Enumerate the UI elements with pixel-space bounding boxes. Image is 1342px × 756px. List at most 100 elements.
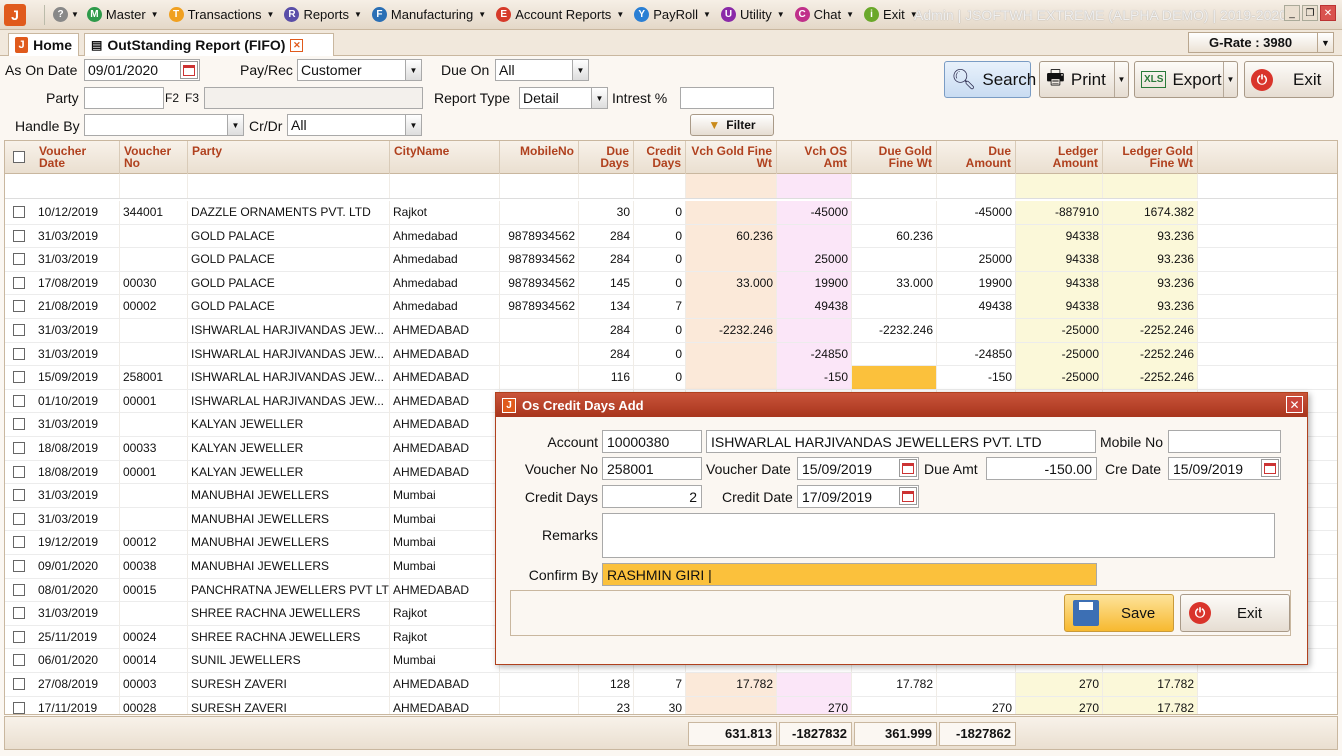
column-header[interactable]: Due Days (579, 141, 634, 174)
column-header[interactable]: Due Gold Fine Wt (852, 141, 937, 174)
remarks-textarea[interactable] (602, 513, 1275, 558)
gold-rate-display[interactable]: G-Rate : 3980 ▼ (1188, 32, 1334, 53)
column-header[interactable]: Ledger Amount (1016, 141, 1103, 174)
column-header[interactable]: Vch OS Amt (777, 141, 852, 174)
row-checkbox[interactable] (13, 630, 25, 643)
due-on-select[interactable]: All ▼ (495, 59, 589, 81)
mobile-input[interactable] (1168, 430, 1281, 453)
menu-master[interactable]: M Master ▼ (86, 7, 159, 22)
export-button[interactable]: XLS Export ▼ (1134, 61, 1238, 98)
voucher-no-input[interactable]: 258001 (602, 457, 702, 480)
close-icon[interactable]: ✕ (1286, 396, 1303, 413)
row-checkbox[interactable] (13, 583, 25, 596)
voucher-date-field[interactable]: 15/09/2019 (797, 457, 919, 480)
f2-key[interactable]: F2 (165, 91, 179, 105)
table-row[interactable]: 21/08/2019 00002 GOLD PALACE Ahmedabad 98789… (5, 295, 1337, 319)
filter-cell[interactable] (35, 174, 120, 198)
cre-date-field[interactable]: 15/09/2019 (1168, 457, 1281, 480)
filter-cell[interactable] (634, 174, 686, 198)
filter-cell[interactable] (1016, 174, 1103, 198)
chevron-down-icon[interactable]: ▼ (1223, 62, 1237, 97)
table-row[interactable]: 17/08/2019 00030 GOLD PALACE Ahmedabad 98789… (5, 271, 1337, 296)
column-header[interactable]: Credit Days (634, 141, 686, 174)
row-checkbox[interactable] (13, 253, 25, 266)
column-header[interactable]: Ledger Gold Fine Wt (1103, 141, 1198, 174)
table-row[interactable]: 31/03/2019 GOLD PALACE Ahmedabad 9878934562… (5, 224, 1337, 249)
handle-by-select[interactable]: ▼ (84, 114, 244, 136)
tab-home[interactable]: J Home (8, 33, 79, 56)
menu-payroll[interactable]: Y PayRoll ▼ (634, 7, 711, 22)
filter-cell[interactable] (686, 174, 777, 198)
quick-access-toolbar[interactable]: ? ▼ (53, 7, 79, 22)
menu-utility[interactable]: U Utility ▼ (720, 7, 785, 22)
interest-input[interactable] (680, 87, 774, 109)
chevron-down-icon[interactable]: ▼ (572, 60, 588, 80)
table-row[interactable]: 31/03/2019 GOLD PALACE Ahmedabad 9878934562… (5, 248, 1337, 272)
restore-button[interactable]: ❐ (1302, 5, 1318, 21)
row-checkbox[interactable] (13, 300, 25, 313)
table-row[interactable]: 27/08/2019 00003 SURESH ZAVERI AHMEDABAD 128… (5, 673, 1337, 697)
menu-transactions[interactable]: T Transactions ▼ (168, 7, 274, 22)
credit-days-input[interactable]: 2 (602, 485, 702, 508)
row-checkbox[interactable] (13, 324, 25, 336)
chevron-down-icon[interactable]: ▼ (591, 88, 607, 108)
row-checkbox[interactable] (13, 536, 25, 549)
row-checkbox[interactable] (13, 678, 25, 690)
filter-cell[interactable] (1103, 174, 1198, 198)
select-all-checkbox[interactable] (13, 151, 25, 163)
row-checkbox[interactable] (13, 607, 25, 620)
filter-cell[interactable] (852, 174, 937, 198)
filter-cell[interactable] (120, 174, 188, 198)
payrec-select[interactable]: Customer ▼ (297, 59, 422, 81)
menu-manufacturing[interactable]: F Manufacturing ▼ (371, 7, 486, 22)
due-amt-field[interactable]: -150.00 (986, 457, 1097, 480)
row-checkbox[interactable] (13, 701, 25, 714)
row-checkbox[interactable] (13, 276, 25, 289)
table-row[interactable]: 15/09/2019 258001 ISHWARLAL HARJIVANDAS JE… (5, 366, 1337, 390)
filter-cell[interactable] (937, 174, 1016, 198)
close-window-button[interactable]: ✕ (1320, 5, 1336, 21)
f3-key[interactable]: F3 (185, 91, 199, 105)
table-row[interactable]: 17/11/2019 00028 SURESH ZAVERI AHMEDABAD 23 3… (5, 696, 1337, 714)
help-icon[interactable]: ? (53, 7, 68, 22)
tab-close-icon[interactable]: ✕ (290, 38, 304, 52)
chevron-down-icon[interactable]: ▼ (405, 60, 421, 80)
table-row[interactable]: 31/03/2019 ISHWARLAL HARJIVANDAS JEW... AH… (5, 319, 1337, 343)
column-header[interactable]: CityName (390, 141, 500, 174)
row-checkbox[interactable] (13, 465, 25, 478)
column-header[interactable]: Voucher No (120, 141, 188, 174)
calendar-icon[interactable] (899, 459, 917, 477)
menu-chat[interactable]: C Chat ▼ (794, 7, 854, 22)
row-checkbox[interactable] (13, 654, 25, 667)
confirm-by-input[interactable]: RASHMIN GIRI | (602, 563, 1097, 586)
row-checkbox[interactable] (13, 394, 25, 407)
minimize-button[interactable]: _ (1284, 5, 1300, 21)
credit-date-field[interactable]: 17/09/2019 (797, 485, 919, 508)
chevron-down-icon[interactable]: ▼ (405, 115, 421, 135)
column-header[interactable]: Vch Gold Fine Wt (686, 141, 777, 174)
account-input[interactable]: 10000380 (602, 430, 702, 453)
row-checkbox[interactable] (13, 489, 25, 502)
row-checkbox[interactable] (13, 560, 25, 572)
calendar-icon[interactable] (899, 487, 917, 505)
filter-cell[interactable] (777, 174, 852, 198)
dialog-exit-button[interactable]: ⏻ Exit (1180, 594, 1290, 632)
search-button[interactable]: 🔍︎ Search (944, 61, 1036, 98)
crdr-select[interactable]: All ▼ (287, 114, 422, 136)
chevron-down-icon[interactable]: ▼ (1317, 33, 1333, 52)
grid-filter-row[interactable] (5, 174, 1337, 199)
row-checkbox[interactable] (13, 442, 25, 454)
menu-reports[interactable]: R Reports ▼ (284, 7, 362, 22)
as-on-date-field[interactable]: 09/01/2020 (84, 59, 200, 81)
table-row[interactable]: 10/12/2019 344001 DAZZLE ORNAMENTS PVT. LT… (5, 201, 1337, 225)
filter-cell[interactable] (188, 174, 390, 198)
chevron-down-icon[interactable]: ▼ (1114, 62, 1128, 97)
filter-cell[interactable] (390, 174, 500, 198)
calendar-icon[interactable] (1261, 459, 1279, 477)
row-checkbox[interactable] (13, 418, 25, 431)
exit-button[interactable]: ⏻ Exit (1244, 61, 1334, 98)
table-row[interactable]: 31/03/2019 ISHWARLAL HARJIVANDAS JEW... AH… (5, 342, 1337, 367)
tab-outstanding-report[interactable]: ▤ OutStanding Report (FIFO) ✕ (84, 33, 334, 56)
menu-exit[interactable]: i Exit ▼ (864, 7, 918, 22)
column-header[interactable]: Party (188, 141, 390, 174)
